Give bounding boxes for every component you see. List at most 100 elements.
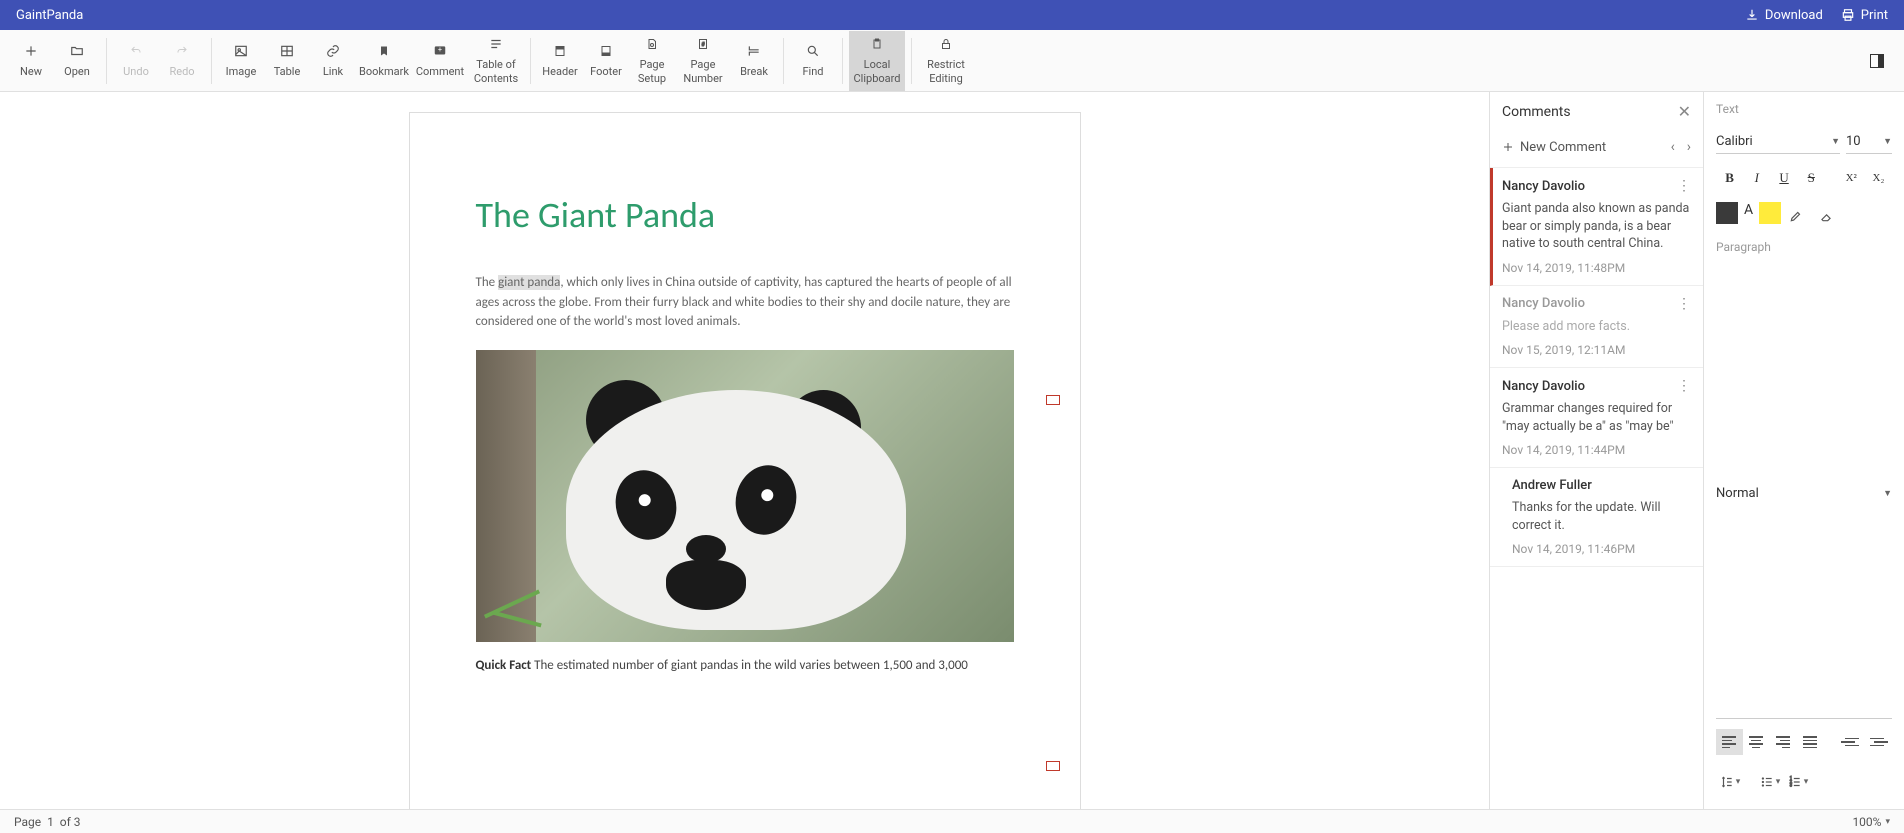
comment-button[interactable]: +Comment: [412, 31, 468, 91]
font-family-select[interactable]: Calibri▼: [1716, 130, 1840, 154]
font-size-select[interactable]: 10▼: [1846, 130, 1892, 154]
properties-toggle-button[interactable]: [1870, 54, 1884, 68]
header-icon: [554, 44, 566, 58]
next-comment-button[interactable]: ›: [1687, 139, 1691, 155]
lock-icon: [940, 37, 952, 51]
undo-icon: [128, 45, 144, 57]
app-header: GaintPanda Download Print: [0, 0, 1904, 30]
folder-icon: [69, 44, 85, 58]
print-button[interactable]: Print: [1841, 8, 1888, 23]
header-button[interactable]: Header: [537, 31, 583, 91]
local-clipboard-button[interactable]: Local Clipboard: [849, 31, 905, 91]
link-icon: [326, 44, 340, 58]
header-actions: Download Print: [1745, 8, 1888, 23]
comments-panel: Comments ✕ New Comment ‹ › Nancy Davolio…: [1490, 92, 1704, 809]
status-bar: Page 1 of 3 100%▾: [0, 809, 1904, 833]
bullet-list-button[interactable]: ▾: [1756, 769, 1784, 795]
find-button[interactable]: Find: [790, 31, 836, 91]
prev-comment-button[interactable]: ‹: [1671, 139, 1675, 155]
comment-marker-icon[interactable]: [1046, 761, 1060, 771]
comment-highlight[interactable]: giant panda: [498, 275, 560, 290]
align-left-button[interactable]: [1716, 729, 1743, 755]
chevron-down-icon: ▾: [1885, 817, 1890, 827]
editor-viewport[interactable]: The Giant Panda The giant panda, which o…: [0, 92, 1490, 809]
properties-panel: Text Calibri▼ 10▼ B I U S X² X₂ A Paragr…: [1704, 92, 1904, 809]
document-paragraph[interactable]: The giant panda, which only lives in Chi…: [476, 273, 1014, 332]
number-list-button[interactable]: 123▾: [1784, 769, 1812, 795]
main-area: The Giant Panda The giant panda, which o…: [0, 92, 1904, 809]
align-right-button[interactable]: [1770, 729, 1797, 755]
number-list-icon: 123: [1788, 775, 1802, 789]
comment-marker-icon[interactable]: [1046, 395, 1060, 405]
chevron-down-icon: ▼: [1883, 136, 1892, 147]
align-center-button[interactable]: [1743, 729, 1770, 755]
subscript-button[interactable]: X₂: [1865, 164, 1892, 192]
chevron-down-icon: ▾: [1736, 777, 1741, 787]
new-button[interactable]: New: [8, 31, 54, 91]
outdent-button[interactable]: [1838, 729, 1865, 755]
line-spacing-button[interactable]: ▾: [1716, 769, 1744, 795]
page-indicator: Page 1 of 3: [14, 815, 81, 829]
document-image[interactable]: [476, 350, 1014, 642]
toolbar-divider: [530, 38, 531, 84]
highlighter-button[interactable]: [1781, 202, 1811, 230]
bullet-list-icon: [1760, 775, 1774, 789]
page-setup-icon: [646, 37, 658, 51]
svg-text:+: +: [438, 46, 442, 54]
plus-icon: [24, 44, 38, 58]
toolbar-divider: [783, 38, 784, 84]
italic-button[interactable]: I: [1743, 164, 1770, 192]
indent-button[interactable]: [1865, 729, 1892, 755]
image-button[interactable]: Image: [218, 31, 264, 91]
footer-button[interactable]: Footer: [583, 31, 629, 91]
superscript-button[interactable]: X²: [1838, 164, 1865, 192]
comment-more-button[interactable]: ⋮: [1677, 178, 1691, 194]
link-button[interactable]: Link: [310, 31, 356, 91]
print-icon: [1841, 8, 1855, 22]
page-number-button[interactable]: #Page Number: [675, 31, 731, 91]
toc-button[interactable]: Table of Contents: [468, 31, 524, 91]
align-justify-button[interactable]: [1796, 729, 1823, 755]
bold-button[interactable]: B: [1716, 164, 1743, 192]
comment-list[interactable]: Nancy Davolio⋮ Giant panda also known as…: [1490, 168, 1703, 809]
zoom-button[interactable]: 100%▾: [1852, 815, 1890, 829]
quick-fact[interactable]: Quick Fact The estimated number of giant…: [476, 658, 1014, 673]
download-button[interactable]: Download: [1745, 8, 1823, 23]
chevron-down-icon: ▼: [1883, 488, 1892, 499]
paragraph-section-label: Paragraph: [1716, 240, 1892, 254]
bookmark-button[interactable]: Bookmark: [356, 31, 412, 91]
line-spacing-icon: [1720, 775, 1734, 789]
toolbar: New Open Undo Redo Image Table Link Book…: [0, 30, 1904, 92]
undo-button[interactable]: Undo: [113, 31, 159, 91]
close-comments-button[interactable]: ✕: [1678, 102, 1691, 121]
paragraph-style-select[interactable]: Normal▼: [1716, 268, 1892, 719]
download-icon: [1745, 8, 1759, 22]
page-number-icon: #: [697, 37, 709, 51]
underline-button[interactable]: U: [1770, 164, 1797, 192]
break-button[interactable]: Break: [731, 31, 777, 91]
highlighter-icon: [1789, 209, 1803, 223]
new-comment-button[interactable]: New Comment: [1502, 140, 1663, 155]
redo-button[interactable]: Redo: [159, 31, 205, 91]
comment-item[interactable]: Nancy Davolio⋮ Please add more facts. No…: [1490, 286, 1703, 369]
toolbar-divider: [211, 38, 212, 84]
comment-more-button[interactable]: ⋮: [1677, 378, 1691, 394]
document-heading[interactable]: The Giant Panda: [476, 193, 1014, 237]
document-page[interactable]: The Giant Panda The giant panda, which o…: [409, 112, 1081, 809]
chevron-down-icon: ▾: [1776, 777, 1781, 787]
comment-item[interactable]: Nancy Davolio⋮ Giant panda also known as…: [1490, 168, 1703, 286]
open-button[interactable]: Open: [54, 31, 100, 91]
highlight-color-button[interactable]: [1759, 202, 1781, 224]
clear-format-button[interactable]: [1811, 202, 1841, 230]
search-icon: [806, 44, 820, 58]
page-setup-button[interactable]: Page Setup: [629, 31, 675, 91]
comment-more-button[interactable]: ⋮: [1677, 296, 1691, 312]
chevron-down-icon: ▾: [1804, 777, 1809, 787]
comment-item[interactable]: Nancy Davolio⋮ Grammar changes required …: [1490, 368, 1703, 468]
comment-reply-item[interactable]: Andrew Fuller Thanks for the update. Wil…: [1490, 468, 1703, 567]
table-button[interactable]: Table: [264, 31, 310, 91]
font-color-button[interactable]: [1716, 202, 1738, 224]
comments-title: Comments: [1502, 104, 1571, 120]
restrict-editing-button[interactable]: Restrict Editing: [918, 31, 974, 91]
strike-button[interactable]: S: [1798, 164, 1825, 192]
